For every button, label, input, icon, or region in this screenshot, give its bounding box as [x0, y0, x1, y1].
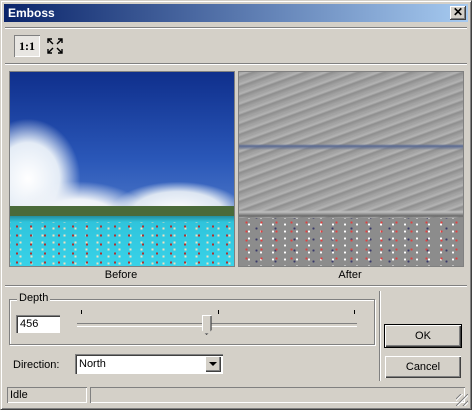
- expand-arrows-icon: [47, 38, 63, 54]
- button-divider: [379, 291, 381, 381]
- ok-button[interactable]: OK: [384, 324, 462, 348]
- depth-group: [9, 299, 375, 345]
- status-pane-secondary: [90, 387, 465, 403]
- embossed-swimmers-pattern: [239, 218, 463, 266]
- close-button[interactable]: ✕: [450, 6, 466, 20]
- beach-strip: [10, 206, 234, 216]
- slider-tick: [218, 310, 219, 314]
- before-preview-image: [9, 71, 235, 267]
- after-caption: After: [338, 269, 362, 281]
- depth-slider-track[interactable]: [77, 323, 357, 327]
- cancel-button[interactable]: Cancel: [385, 356, 461, 378]
- fit-to-window-button[interactable]: [45, 36, 65, 56]
- title-bar[interactable]: Emboss ✕: [4, 4, 468, 22]
- slider-tick: [81, 310, 82, 314]
- status-text: Idle: [10, 389, 28, 401]
- toolbar-bottom-divider: [5, 63, 467, 65]
- window-title: Emboss: [8, 6, 55, 20]
- direction-select[interactable]: North: [75, 354, 223, 374]
- actual-size-button[interactable]: 1:1: [14, 35, 40, 57]
- after-preview-image: [238, 71, 464, 267]
- depth-group-label: Depth: [17, 292, 51, 304]
- direction-label: Direction:: [13, 359, 60, 371]
- before-caption: Before: [104, 269, 138, 281]
- toolbar-top-divider: [5, 27, 467, 29]
- emboss-dialog: Emboss ✕ 1:1 Before After Depth 456 Dire…: [0, 0, 472, 410]
- depth-value: 456: [20, 318, 39, 330]
- direction-value: North: [79, 358, 106, 370]
- resize-grip-icon[interactable]: [456, 394, 468, 406]
- preview-divider: [5, 285, 467, 287]
- dropdown-arrow-icon[interactable]: [205, 356, 221, 372]
- status-pane: Idle: [7, 387, 87, 403]
- slider-tick: [354, 310, 355, 314]
- depth-input[interactable]: 456: [16, 315, 60, 333]
- swimmers-pattern: [10, 222, 234, 266]
